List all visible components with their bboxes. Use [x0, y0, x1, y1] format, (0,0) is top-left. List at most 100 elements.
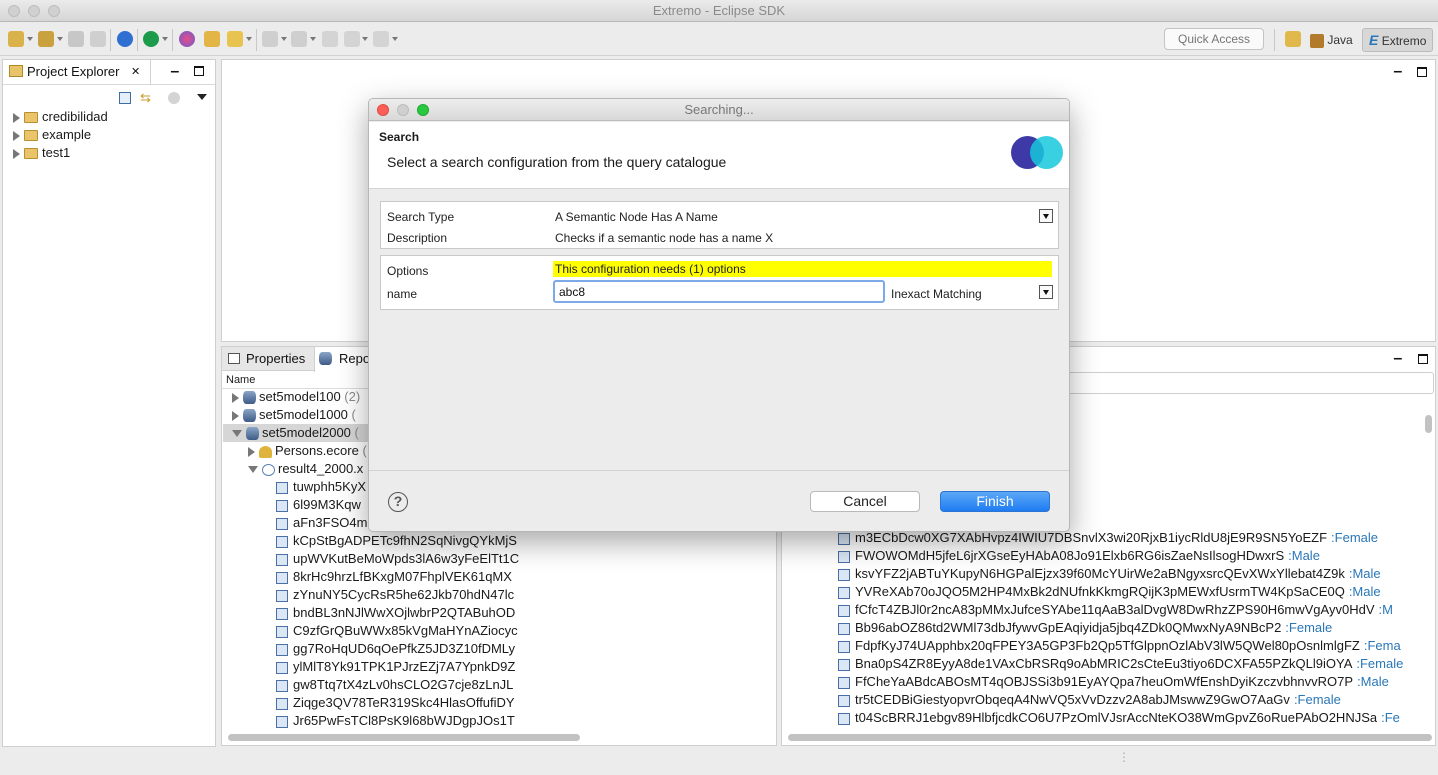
expand-arrow-icon[interactable] — [13, 112, 20, 123]
result-item[interactable]: FdpfKyJ74UApphbx20qFPEY3A5GP3Fb2Qp5TfGlp… — [838, 637, 1434, 655]
perspective-extremo[interactable]: E Extremo — [1362, 28, 1434, 52]
help-icon[interactable]: ? — [388, 492, 408, 512]
results-filter-input[interactable] — [1062, 372, 1434, 394]
new-icon[interactable] — [8, 31, 24, 47]
perspective-java[interactable]: Java — [1310, 30, 1353, 50]
repo-item-selected[interactable]: set5model2000 ( — [223, 424, 368, 442]
maximize-icon[interactable] — [1418, 354, 1428, 364]
quick-access-input[interactable] — [1164, 28, 1264, 50]
finish-button[interactable]: Finish — [940, 491, 1050, 512]
save-icon[interactable] — [68, 31, 84, 47]
chevron-down-icon[interactable] — [1039, 209, 1053, 223]
tree-item-example[interactable]: example — [13, 126, 91, 144]
object-label: 8krHc9hrzLfBKxgM07FhplVEK61qMX — [293, 569, 512, 584]
object-item[interactable]: 8krHc9hrzLfBKxgM07FhplVEK61qMX — [276, 568, 524, 586]
dialog-minimize-button[interactable] — [397, 104, 409, 116]
wand-icon[interactable] — [227, 31, 243, 47]
collapse-arrow-icon[interactable] — [248, 466, 258, 474]
object-item[interactable]: C9zfGrQBuWWx85kVgMaHYnAZiocyc — [276, 622, 524, 640]
result-item[interactable]: tr5tCEDBiGiestyopvrObqeqA4NwVQ5xVvDzzv2A… — [838, 691, 1434, 709]
link-with-editor-icon[interactable]: ⇆ — [140, 91, 154, 105]
view-menu-icon[interactable] — [197, 94, 207, 100]
forward-icon[interactable] — [373, 31, 389, 47]
open-folder-icon[interactable] — [204, 31, 220, 47]
minimize-window-button[interactable] — [28, 5, 40, 17]
object-icon — [838, 550, 850, 563]
minimize-icon[interactable]: ▁ — [1394, 349, 1402, 360]
object-item[interactable]: ylMlT8Yk91TPK1PJrzEZj7A7YpnkD9Z — [276, 658, 524, 676]
cancel-button[interactable]: Cancel — [810, 491, 920, 512]
result-id: Bna0pS4ZR8EyyA8de1VAxCbRSRq9oAbMRIC2sCte… — [855, 656, 1353, 671]
tab-properties[interactable]: Properties — [222, 347, 314, 371]
result-item[interactable]: YVReXAb70oJQO5M2HP4MxBk2dNUfnkKkmgRQijK3… — [838, 583, 1434, 601]
object-item[interactable]: Ziqge3QV78TeR319Skc4HlasOffufiDY — [276, 694, 524, 712]
maximize-icon[interactable] — [194, 66, 204, 76]
result-item[interactable]: ksvYFZ2jABTuYKupyN6HGPalEjzx39f60McYUirW… — [838, 565, 1434, 583]
result-item[interactable]: FWOWOMdH5jfeL6jrXGseEyHAbA08Jo91Elxb6RG6… — [838, 547, 1434, 565]
result-id: YVReXAb70oJQO5M2HP4MxBk2dNUfnkKkmgRQijK3… — [855, 584, 1345, 599]
result-type: :Male — [1288, 548, 1320, 563]
matching-select[interactable]: Inexact Matching — [891, 286, 982, 302]
dialog-close-button[interactable] — [377, 104, 389, 116]
save-all-icon[interactable] — [90, 31, 106, 47]
object-item[interactable]: bndBL3nNJlWwXOjlwbrP2QTABuhOD — [276, 604, 524, 622]
tab-repository[interactable]: Repo — [314, 347, 374, 372]
name-field[interactable] — [553, 280, 885, 303]
expand-arrow-icon[interactable] — [13, 148, 20, 159]
open-perspective-icon[interactable] — [1285, 31, 1301, 47]
horizontal-scrollbar[interactable] — [788, 734, 1432, 741]
object-icon — [276, 571, 288, 584]
resource-item[interactable]: result4_2000.x — [248, 460, 363, 478]
extremo-icon[interactable] — [179, 31, 195, 47]
back-icon[interactable] — [344, 31, 360, 47]
zoom-window-button[interactable] — [48, 5, 60, 17]
horizontal-scrollbar[interactable] — [228, 734, 580, 741]
description-label: Description — [387, 231, 448, 245]
resource-count: ( — [362, 443, 367, 458]
collapse-arrow-icon[interactable] — [232, 430, 242, 438]
help-contents-icon[interactable] — [117, 31, 133, 47]
result-item[interactable]: Bb96abOZ86td2WMl73dbJfywvGpEAqiyidja5jbq… — [838, 619, 1434, 637]
expand-arrow-icon[interactable] — [232, 410, 239, 421]
result-item[interactable]: t04ScBRRJ1ebgv89HlbfjcdkCO6U7PzOmlVJsrAc… — [838, 709, 1434, 727]
object-item[interactable]: Jr65PwFsTCl8PsK9l68bWJDgpJOs1T — [276, 712, 524, 730]
result-item[interactable]: Bna0pS4ZR8EyyA8de1VAxCbRSRq9oAbMRIC2sCte… — [838, 655, 1434, 673]
tree-item-test1[interactable]: test1 — [13, 144, 70, 162]
object-item[interactable]: upWVKutBeMoWpds3lA6w3yFeElTt1C — [276, 550, 524, 568]
previous-annotation-icon[interactable] — [291, 31, 307, 47]
repo-item[interactable]: set5model1000 ( — [232, 406, 356, 424]
tree-item-credibilidad[interactable]: credibilidad — [13, 108, 108, 126]
dialog-heading: Search — [379, 130, 420, 144]
object-item[interactable]: zYnuNY5CycRsR5he62Jkb70hdN47lc — [276, 586, 524, 604]
repository-icon — [319, 352, 332, 365]
tab-project-explorer[interactable]: Project Explorer ✕ — [3, 60, 151, 84]
maximize-icon[interactable] — [1417, 67, 1427, 77]
object-item[interactable]: gw8Ttq7tX4zLv0hsCLO2G7cje8zLnJL — [276, 676, 524, 694]
result-item[interactable]: fCfcT4ZBJl0r2ncA83pMMxJufceSYAbe11qAaB3a… — [838, 601, 1434, 619]
next-annotation-icon[interactable] — [262, 31, 278, 47]
last-edit-icon[interactable] — [322, 31, 338, 47]
object-label: gg7RoHqUD6qOePfkZ5JD3Z10fDMLy — [293, 641, 516, 656]
repo-item[interactable]: set5model100 (2) — [232, 388, 360, 406]
collapse-all-icon[interactable] — [119, 92, 131, 104]
expand-arrow-icon[interactable] — [13, 130, 20, 141]
expand-arrow-icon[interactable] — [232, 392, 239, 403]
result-item[interactable]: FfCheYaABdcABOsMT4qOBJSSi3b91EyAYQpa7heu… — [838, 673, 1434, 691]
window-title-bar: Extremo - Eclipse SDK — [0, 0, 1438, 22]
object-item[interactable]: kCpStBgADPETc9fhN2SqNivgQYkMjS — [276, 532, 524, 550]
dialog-zoom-button[interactable] — [417, 104, 429, 116]
resource-item[interactable]: Persons.ecore ( — [248, 442, 367, 460]
search-type-select[interactable]: A Semantic Node Has A Name — [555, 209, 718, 225]
object-item[interactable]: gg7RoHqUD6qOePfkZ5JD3Z10fDMLy — [276, 640, 524, 658]
minimize-icon[interactable]: ▁ — [171, 62, 179, 73]
run-icon[interactable] — [143, 31, 159, 47]
expand-arrow-icon[interactable] — [248, 446, 255, 457]
close-view-icon[interactable]: ✕ — [131, 62, 140, 82]
new-project-icon[interactable] — [38, 31, 54, 47]
model-icon — [262, 463, 275, 476]
close-window-button[interactable] — [8, 5, 20, 17]
minimize-icon[interactable]: ▁ — [1394, 62, 1402, 73]
chevron-down-icon[interactable] — [1039, 285, 1053, 299]
filter-icon[interactable] — [168, 92, 180, 104]
vertical-scrollbar[interactable] — [1425, 415, 1432, 433]
